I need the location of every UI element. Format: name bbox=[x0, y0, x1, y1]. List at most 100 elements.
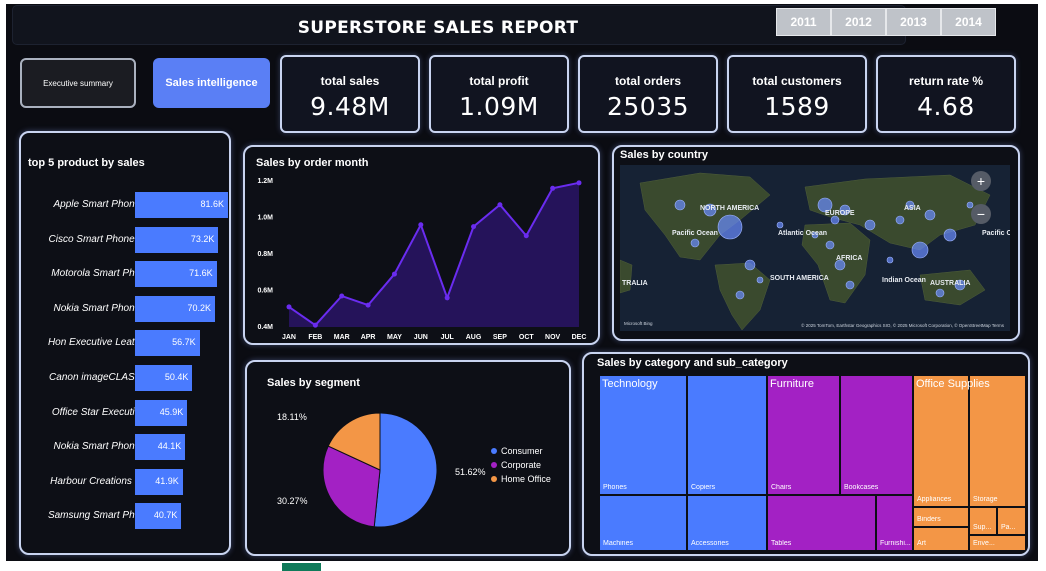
treemap-category[interactable]: Phones Copiers Machines Accessories Technolo… bbox=[598, 374, 767, 551]
data-point[interactable] bbox=[576, 180, 582, 186]
data-point[interactable] bbox=[444, 295, 450, 301]
status-strip bbox=[0, 563, 1046, 571]
country-bubble[interactable] bbox=[924, 209, 936, 221]
kpi-label: total customers bbox=[752, 74, 842, 88]
map-label: AUSTRALIA bbox=[930, 280, 970, 287]
bar-row[interactable]: Nokia Smart Phon... 44.1K bbox=[21, 434, 231, 461]
treemap-cell-label: Machines bbox=[603, 540, 633, 547]
world-map[interactable]: NORTH AMERICA EUROPE ASIA Pacific Ocean Atla… bbox=[620, 165, 1010, 331]
bar-value-label: 73.2K bbox=[190, 233, 215, 244]
bar-row[interactable]: Hon Executive Leat... 56.7K bbox=[21, 330, 231, 357]
treemap-category[interactable]: Chairs Bookcases Tables Furnishi... Furnitur… bbox=[766, 374, 913, 551]
bar-row[interactable]: Harbour Creations ... 41.9K bbox=[21, 468, 231, 495]
kpi-value: 25035 bbox=[606, 92, 690, 121]
treemap-cell[interactable]: Appliances bbox=[913, 375, 969, 507]
bar-row[interactable]: Canon imageCLAS... 50.4K bbox=[21, 365, 231, 391]
bar-row[interactable]: Cisco Smart Phone... 73.2K bbox=[21, 226, 231, 253]
x-tick-label: AUG bbox=[466, 334, 482, 341]
y-tick-label: 0.6M bbox=[257, 288, 273, 295]
pie-data-label: 51.62% bbox=[455, 467, 486, 477]
treemap-cell[interactable]: Phones bbox=[599, 375, 687, 495]
executive-summary-button[interactable]: Executive summary bbox=[20, 58, 136, 108]
bar[interactable]: 81.6K bbox=[135, 192, 228, 218]
pie-slice[interactable] bbox=[373, 412, 438, 528]
data-point[interactable] bbox=[312, 322, 318, 328]
country-bubble[interactable] bbox=[674, 199, 686, 211]
bar[interactable]: 56.7K bbox=[135, 330, 200, 357]
treemap-cell[interactable]: Enve... bbox=[969, 535, 1026, 551]
treemap-cell[interactable]: Storage bbox=[969, 375, 1026, 507]
treemap-cell-label: Sup... bbox=[973, 524, 992, 531]
treemap-cell[interactable]: Accessories bbox=[687, 495, 767, 551]
country-bubble[interactable] bbox=[690, 238, 700, 248]
country-bubble[interactable] bbox=[911, 241, 929, 259]
bar-row[interactable]: Apple Smart Phon... 81.6K bbox=[21, 192, 231, 218]
bar[interactable]: 41.9K bbox=[135, 468, 183, 495]
treemap-cell[interactable]: Art bbox=[913, 527, 969, 551]
data-point[interactable] bbox=[391, 271, 397, 277]
year-button-2014[interactable]: 2014 bbox=[941, 8, 996, 36]
treemap-cell[interactable]: Chairs bbox=[767, 375, 840, 495]
country-bubble[interactable] bbox=[756, 276, 764, 284]
bar[interactable]: 73.2K bbox=[135, 226, 219, 253]
sheet-tab[interactable] bbox=[282, 563, 321, 571]
data-point[interactable] bbox=[471, 224, 477, 230]
country-bubble[interactable] bbox=[943, 228, 957, 242]
country-bubble[interactable] bbox=[830, 215, 840, 225]
bar[interactable]: 71.6K bbox=[135, 261, 217, 288]
bar[interactable]: 44.1K bbox=[135, 434, 186, 461]
treemap-cell[interactable]: Machines bbox=[599, 495, 687, 551]
country-bubble[interactable] bbox=[776, 221, 784, 229]
country-bubble[interactable] bbox=[895, 215, 905, 225]
data-point[interactable] bbox=[418, 222, 424, 228]
bar-row[interactable]: Office Star Executi... 45.9K bbox=[21, 399, 231, 426]
x-tick-label: NOV bbox=[545, 334, 561, 341]
data-point[interactable] bbox=[339, 293, 345, 299]
data-point[interactable] bbox=[523, 233, 529, 239]
data-point[interactable] bbox=[550, 185, 556, 191]
zoom-out-button[interactable]: − bbox=[971, 204, 991, 224]
data-point[interactable] bbox=[365, 302, 371, 308]
country-bubble[interactable] bbox=[717, 214, 743, 240]
bar-value-label: 70.2K bbox=[187, 302, 211, 313]
country-bubble[interactable] bbox=[864, 219, 876, 231]
year-button-2013[interactable]: 2013 bbox=[886, 8, 941, 36]
treemap-cell[interactable]: Tables bbox=[767, 495, 876, 551]
country-bubble[interactable] bbox=[744, 259, 756, 271]
x-tick-label: MAY bbox=[387, 334, 402, 341]
bar[interactable]: 70.2K bbox=[135, 295, 215, 322]
bar-row[interactable]: Motorola Smart Ph... 71.6K bbox=[21, 261, 231, 288]
treemap-cell[interactable]: Binders bbox=[913, 507, 969, 527]
treemap-cell[interactable]: Copiers bbox=[687, 375, 767, 495]
bar-label: Samsung Smart Ph... bbox=[47, 510, 143, 522]
treemap-cell[interactable]: Pa... bbox=[997, 507, 1026, 535]
year-button-2012[interactable]: 2012 bbox=[831, 8, 886, 36]
segment-pie-chart: 51.62% 30.27% 18.11% bbox=[277, 412, 486, 528]
zoom-in-button[interactable]: + bbox=[971, 171, 991, 191]
data-point[interactable] bbox=[497, 202, 503, 208]
country-bubble[interactable] bbox=[935, 288, 945, 298]
sales-intelligence-button[interactable]: Sales intelligence bbox=[153, 58, 270, 108]
category-treemap: Phones Copiers Machines Accessories Technolo… bbox=[598, 374, 1026, 551]
year-button-2011[interactable]: 2011 bbox=[776, 8, 831, 36]
treemap-cell[interactable]: Bookcases bbox=[840, 375, 913, 495]
country-bubble[interactable] bbox=[886, 256, 894, 264]
bar-row[interactable]: Nokia Smart Phon... 70.2K bbox=[21, 295, 231, 322]
bar[interactable]: 40.7K bbox=[135, 503, 182, 530]
top-products-bars: Apple Smart Phon... 81.6K Cisco Smart Phon… bbox=[21, 192, 231, 552]
bar[interactable]: 45.9K bbox=[135, 399, 188, 426]
x-tick-label: DEC bbox=[572, 334, 587, 341]
treemap-cell-label: Binders bbox=[917, 516, 941, 523]
country-bubble[interactable] bbox=[735, 290, 745, 300]
kpi-value: 9.48M bbox=[310, 92, 390, 121]
treemap-cell[interactable]: Sup... bbox=[969, 507, 997, 535]
data-point[interactable] bbox=[286, 304, 292, 310]
treemap-category[interactable]: Appliances Storage Binders Sup... Pa... Art En… bbox=[912, 374, 1026, 551]
country-bubble[interactable] bbox=[825, 240, 835, 250]
country-bubble[interactable] bbox=[845, 280, 855, 290]
bar-row[interactable]: Samsung Smart Ph... 40.7K bbox=[21, 503, 231, 530]
treemap-cell[interactable]: Furnishi... bbox=[876, 495, 913, 551]
bar[interactable]: 50.4K bbox=[135, 365, 193, 391]
map-label: Atlantic Ocean bbox=[778, 230, 827, 237]
sales-by-country-panel: Sales by country NORTH AMERICA EUROPE ASIA… bbox=[612, 145, 1020, 341]
